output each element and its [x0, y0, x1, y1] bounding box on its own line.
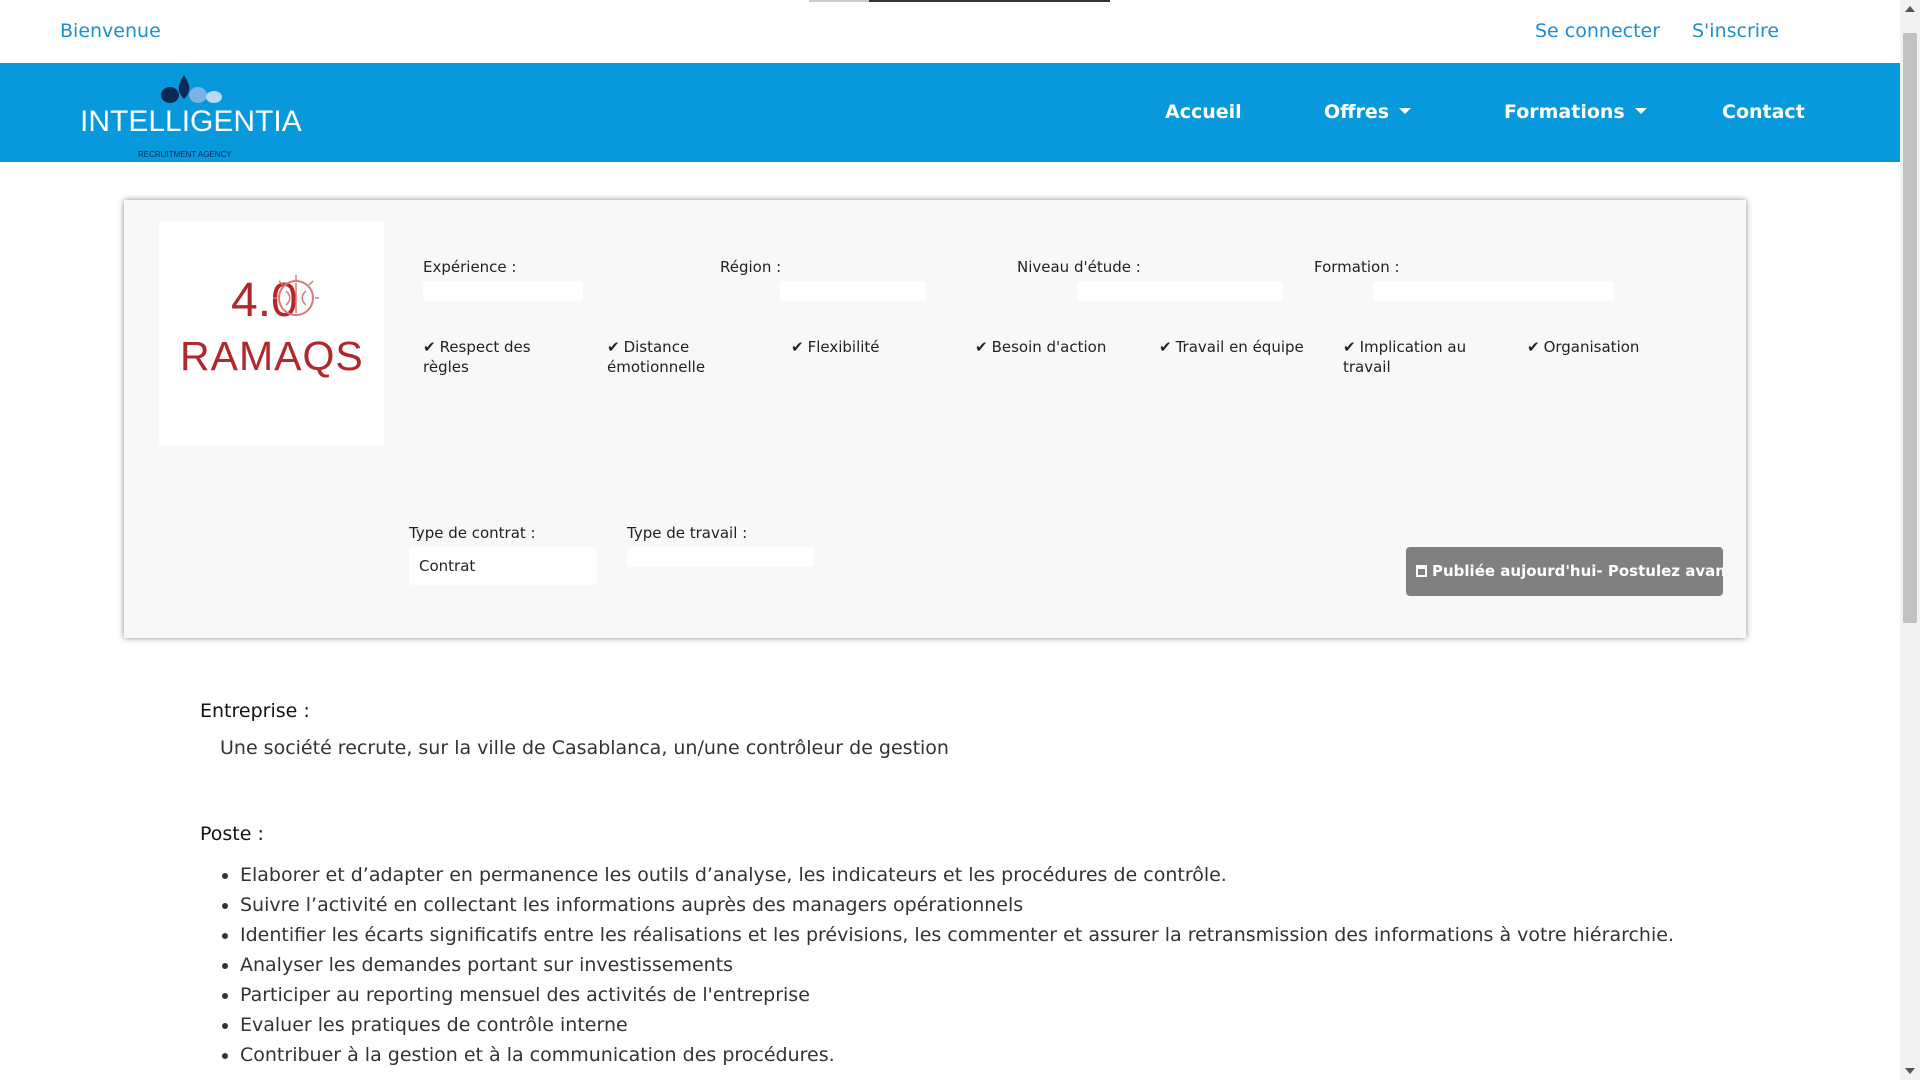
- list-item: Identifier les écarts significatifs entr…: [240, 920, 1674, 950]
- nav-formations-label: Formations: [1504, 101, 1625, 123]
- trait-item: ✔ Besoin d'action: [975, 338, 1107, 356]
- scroll-up-icon[interactable]: [1905, 6, 1915, 12]
- scrollbar-thumb[interactable]: [1903, 33, 1917, 623]
- trait-item: ✔ Travail en équipe: [1159, 338, 1304, 356]
- nav-formations-dropdown[interactable]: Formations: [1504, 101, 1647, 123]
- contract-type-label: Type de contrat :: [409, 524, 536, 542]
- check-icon: ✔: [1527, 338, 1540, 356]
- login-link[interactable]: Se connecter: [1535, 20, 1660, 42]
- nav-accueil-label: Accueil: [1165, 101, 1242, 123]
- trait-item: ✔ Organisation: [1527, 338, 1640, 356]
- company-description: Une société recrute, sur la ville de Cas…: [220, 737, 949, 759]
- register-link[interactable]: S'inscrire: [1692, 20, 1779, 42]
- logo-drops-icon: [161, 75, 222, 103]
- check-icon: ✔: [607, 338, 620, 356]
- formation-label: Formation :: [1314, 258, 1400, 276]
- region-label: Région :: [720, 258, 782, 276]
- region-value: [780, 281, 926, 301]
- check-icon: ✔: [975, 338, 988, 356]
- nav-offres-dropdown[interactable]: Offres: [1324, 101, 1412, 123]
- main-navbar: INTELLIGENTIA RECRUITMENT AGENCY Accueil…: [0, 63, 1900, 162]
- top-bar: Bienvenue Se connecter S'inscrire: [0, 0, 1900, 63]
- job-card: 4.0 RAMAQS Expérience : Région : Niveau …: [124, 200, 1746, 638]
- check-icon: ✔: [791, 338, 804, 356]
- company-logo-name: RAMAQS: [180, 333, 364, 379]
- loading-indicator: [809, 0, 1110, 2]
- caret-down-icon: [1399, 107, 1412, 114]
- check-icon: ✔: [1343, 338, 1356, 356]
- trait-item: ✔ Flexibilité: [791, 338, 880, 356]
- list-item: Contribuer à la gestion et à la communic…: [240, 1040, 1674, 1070]
- check-icon: ✔: [1159, 338, 1172, 356]
- list-item: Suivre l’activité en collectant les info…: [240, 890, 1674, 920]
- duties-list: Elaborer et d’adapter en permanence les …: [220, 860, 1674, 1070]
- contract-type-value: Contrat: [409, 547, 597, 585]
- trait-item: ✔ Distance émotionnelle: [607, 338, 706, 376]
- list-item: Elaborer et d’adapter en permanence les …: [240, 860, 1674, 890]
- nav-accueil[interactable]: Accueil: [1165, 101, 1242, 123]
- nav-contact[interactable]: Contact: [1722, 101, 1805, 123]
- niveau-value: [1077, 281, 1283, 301]
- check-icon: ✔: [423, 338, 436, 356]
- vertical-scrollbar[interactable]: [1900, 0, 1920, 1080]
- publish-date-label: Publiée aujourd'hui- Postulez avant le: [1432, 562, 1723, 580]
- poste-section-title: Poste :: [200, 823, 264, 845]
- list-item: Participer au reporting mensuel des acti…: [240, 980, 1674, 1010]
- nav-contact-label: Contact: [1722, 101, 1805, 123]
- list-item: Analyser les demandes portant sur invest…: [240, 950, 1674, 980]
- work-type-value: [627, 547, 814, 567]
- company-section-title: Entreprise :: [200, 700, 310, 722]
- brain-icon: [273, 275, 319, 316]
- trait-item: ✔ Respect des règles: [423, 338, 531, 376]
- trait-item: ✔ Implication au travail: [1343, 338, 1467, 376]
- welcome-link[interactable]: Bienvenue: [60, 20, 161, 42]
- scroll-down-icon[interactable]: [1905, 1068, 1915, 1074]
- calendar-icon: [1416, 565, 1427, 577]
- company-logo: 4.0 RAMAQS: [159, 221, 384, 446]
- caret-down-icon: [1634, 107, 1647, 114]
- brand-logo[interactable]: INTELLIGENTIA RECRUITMENT AGENCY: [78, 73, 308, 159]
- experience-value: [423, 281, 583, 301]
- nav-offres-label: Offres: [1324, 101, 1390, 123]
- brand-tagline: RECRUITMENT AGENCY: [138, 150, 232, 159]
- formation-value: [1373, 281, 1614, 301]
- experience-label: Expérience :: [423, 258, 517, 276]
- publish-date-button[interactable]: Publiée aujourd'hui- Postulez avant le: [1406, 547, 1723, 596]
- list-item: Evaluer les pratiques de contrôle intern…: [240, 1010, 1674, 1040]
- niveau-label: Niveau d'étude :: [1017, 258, 1141, 276]
- work-type-label: Type de travail :: [627, 524, 748, 542]
- brand-name: INTELLIGENTIA: [80, 105, 302, 138]
